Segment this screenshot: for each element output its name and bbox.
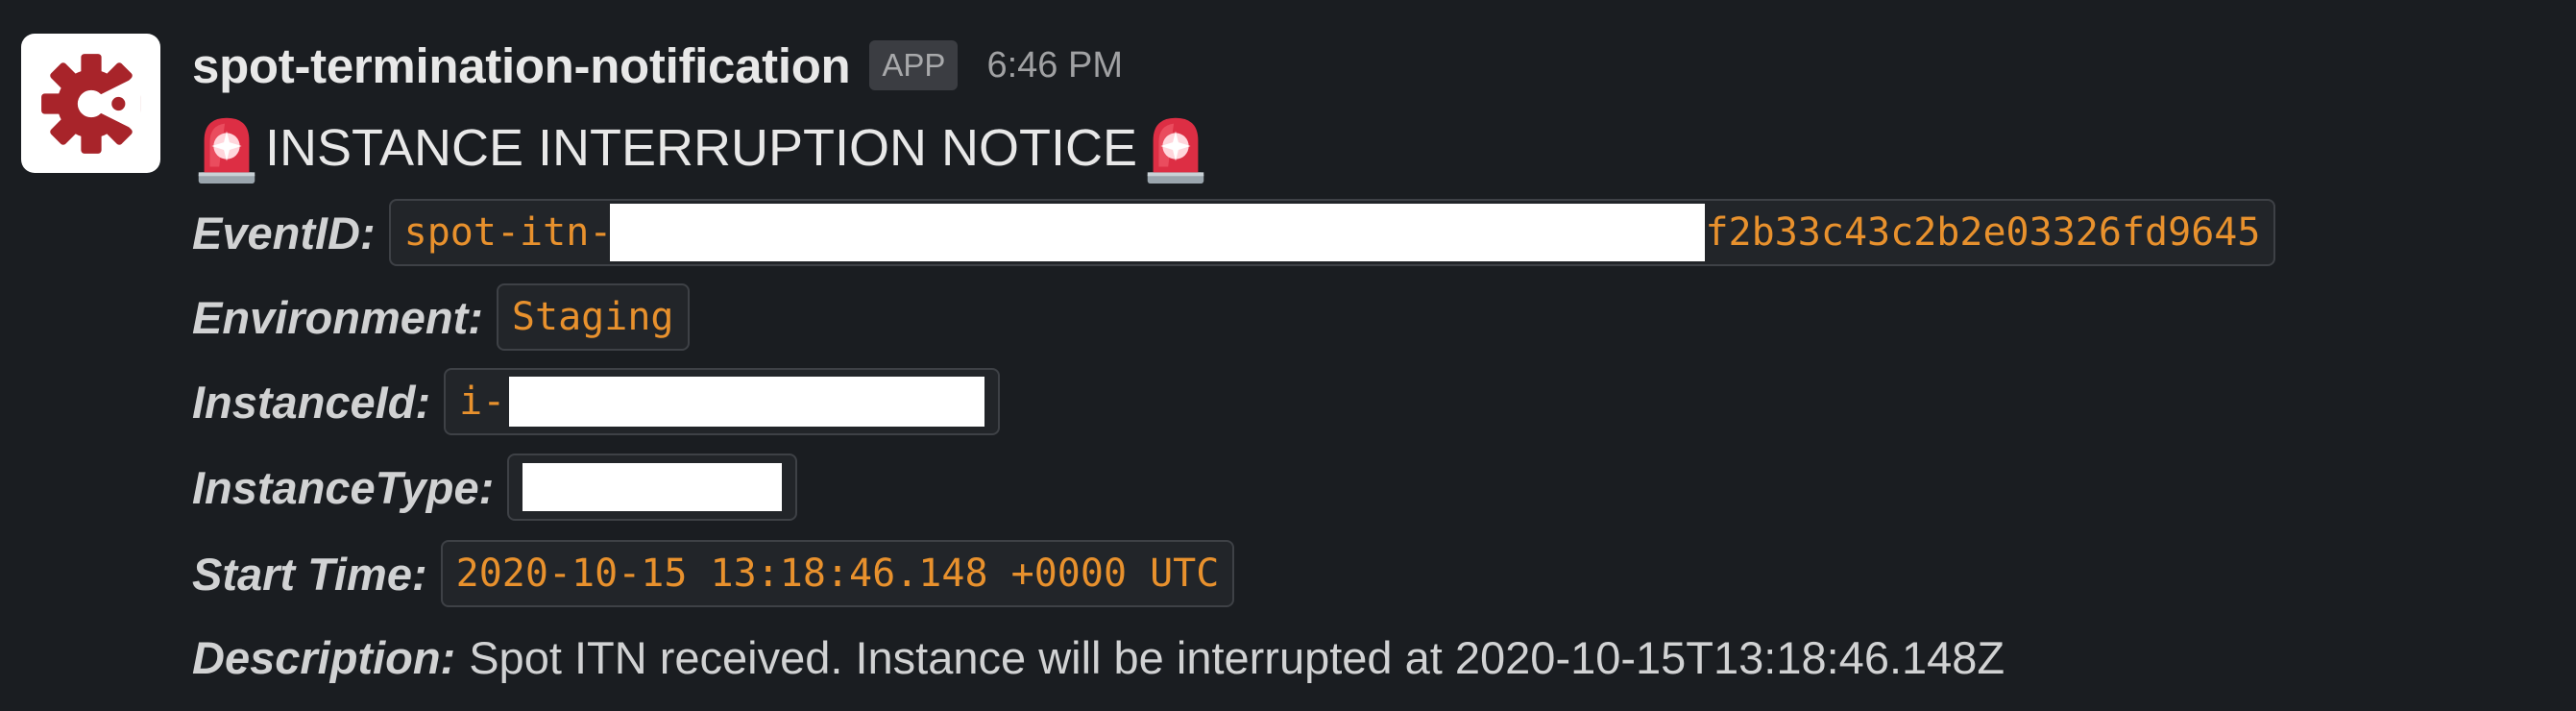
gear-logo-icon — [40, 53, 141, 154]
rotating-light-icon — [198, 117, 255, 184]
environment-row: Environment: Staging — [192, 282, 690, 353]
redaction-box — [509, 377, 985, 427]
instance-id-row: InstanceId: i- — [192, 366, 1001, 437]
avatar[interactable] — [21, 34, 160, 173]
rotating-light-icon — [1147, 117, 1204, 184]
description-value: Spot ITN received. Instance will be inte… — [469, 631, 2005, 683]
event-id-value[interactable]: spot-itn-c f2b33c43c2b2e03326fd9645 — [388, 199, 2276, 266]
message-title: INSTANCE INTERRUPTION NOTICE — [192, 110, 1210, 186]
event-id-row: EventID: spot-itn-c f2b33c43c2b2e03326fd9… — [192, 197, 2276, 268]
start-time-row: Start Time: 2020-10-15 13:18:46.148 +000… — [192, 538, 1235, 609]
event-id-label: EventID: — [192, 207, 376, 258]
instance-type-value[interactable] — [507, 454, 798, 521]
environment-value[interactable]: Staging — [496, 283, 690, 351]
instance-type-label: InstanceType: — [192, 461, 495, 513]
redaction-box — [522, 463, 783, 511]
app-badge: APP — [869, 40, 959, 90]
instance-id-label: InstanceId: — [192, 376, 431, 428]
description-label: Description: — [192, 631, 456, 683]
instance-id-value[interactable]: i- — [444, 368, 1001, 435]
sender-name[interactable]: spot-termination-notification — [192, 37, 851, 94]
event-id-prefix: spot-itn-c — [403, 210, 636, 255]
start-time-label: Start Time: — [192, 548, 427, 600]
event-id-suffix: f2b33c43c2b2e03326fd9645 — [1705, 210, 2261, 255]
start-time-value[interactable]: 2020-10-15 13:18:46.148 +0000 UTC — [440, 540, 1235, 607]
notice-title: INSTANCE INTERRUPTION NOTICE — [265, 119, 1138, 177]
description-row: Description: Spot ITN received. Instance… — [192, 622, 2005, 693]
message-timestamp[interactable]: 6:46 PM — [986, 45, 1123, 86]
environment-label: Environment: — [192, 291, 483, 343]
instance-id-prefix: i- — [459, 380, 506, 424]
message-header: spot-termination-notification APP 6:46 P… — [192, 33, 1123, 98]
instance-type-row: InstanceType: — [192, 452, 798, 523]
redaction-box — [610, 204, 1706, 261]
